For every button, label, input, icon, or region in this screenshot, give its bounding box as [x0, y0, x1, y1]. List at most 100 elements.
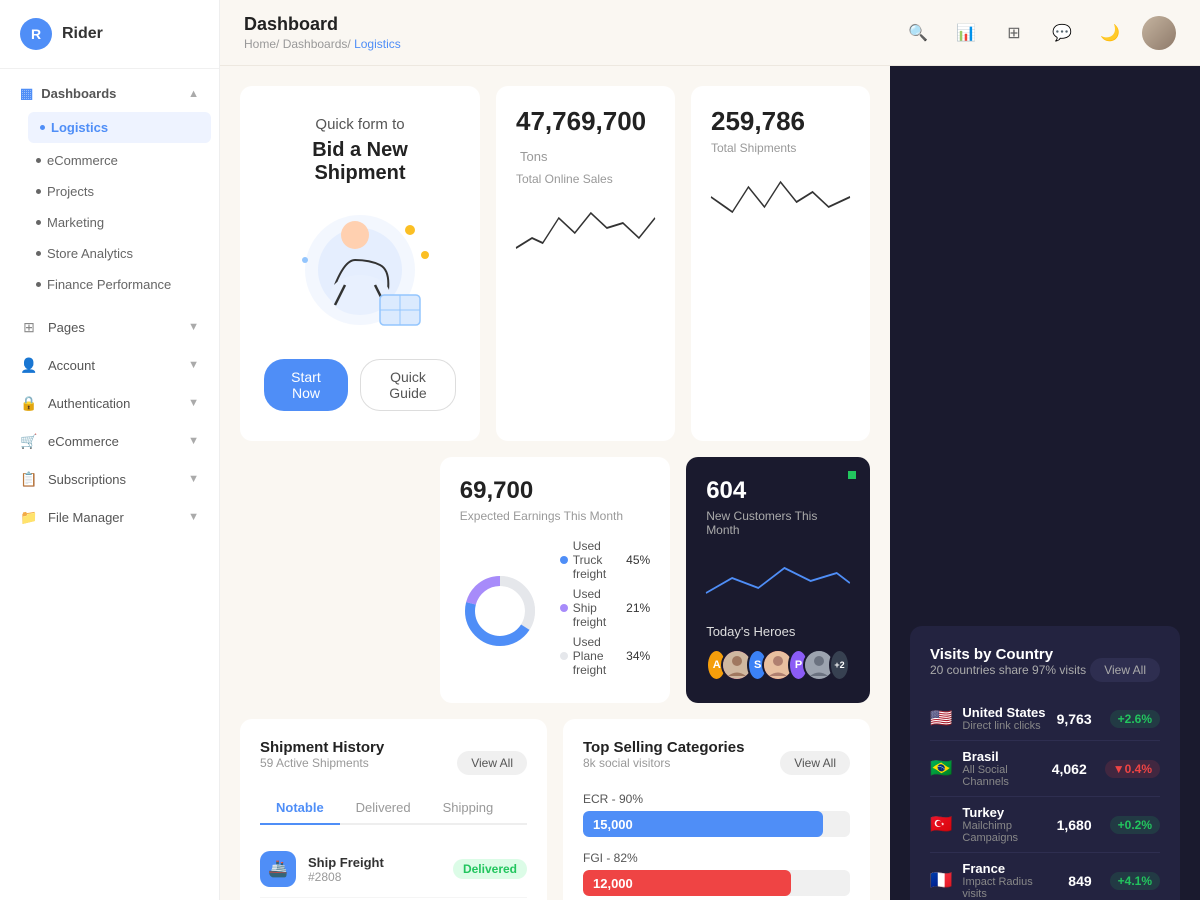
sidebar-item-store-analytics[interactable]: Store Analytics — [0, 238, 219, 269]
plane-dot — [560, 652, 568, 660]
promo-subtitle: Quick form to — [315, 116, 404, 133]
legend-plane: Used Plane freight 34% — [560, 635, 650, 677]
bar-track-0: 15,000 — [583, 811, 850, 837]
shipment-number-1: #2808 — [308, 870, 441, 884]
quick-guide-button[interactable]: Quick Guide — [360, 359, 456, 411]
visits-view-all-button[interactable]: View All — [1090, 658, 1160, 682]
earnings-card: 69,700 Expected Earnings This Month — [440, 457, 670, 703]
chevron-down-icon: ▼ — [188, 397, 199, 409]
bar-track-1: 12,000 — [583, 870, 850, 896]
truck-dot — [560, 556, 568, 564]
stat-label-1: Total Online Sales — [516, 172, 655, 186]
sidebar-item-subscriptions[interactable]: 📋 Subscriptions ▼ — [0, 460, 219, 498]
tab-shipping[interactable]: Shipping — [427, 792, 510, 825]
dashboards-section: ▦ Dashboards ▲ Logistics eCommerce Proje… — [0, 69, 219, 308]
shipment-info-1: Ship Freight #2808 — [308, 855, 441, 884]
logo-text: Rider — [62, 25, 103, 43]
country-info-0: United States Direct link clicks — [962, 705, 1046, 732]
logo-area[interactable]: R Rider — [0, 0, 219, 69]
bar-label-0: ECR - 90% — [583, 792, 850, 806]
visits-card: Visits by Country 20 countries share 97%… — [910, 626, 1180, 900]
pages-icon: ⊞ — [20, 318, 38, 336]
chat-icon[interactable]: 💬 — [1046, 17, 1078, 49]
dot-icon — [36, 251, 41, 256]
grid-icon[interactable]: ⊞ — [998, 17, 1030, 49]
sidebar-item-marketing[interactable]: Marketing — [0, 207, 219, 238]
selling-view-all-button[interactable]: View All — [780, 751, 850, 775]
account-icon: 👤 — [20, 356, 38, 374]
user-avatar[interactable] — [1142, 16, 1176, 50]
bottom-row: Shipment History 59 Active Shipments Vie… — [240, 719, 870, 900]
analytics-icon[interactable]: 📊 — [950, 17, 982, 49]
logo-icon: R — [20, 18, 52, 50]
flag-fr: 🇫🇷 — [930, 870, 952, 891]
auth-icon: 🔒 — [20, 394, 38, 412]
legend-items: Used Truck freight 45% Used Ship freight… — [560, 539, 650, 683]
dot-icon — [36, 220, 41, 225]
search-icon[interactable]: 🔍 — [902, 17, 934, 49]
file-manager-icon: 📁 — [20, 508, 38, 526]
sidebar-item-projects[interactable]: Projects — [0, 176, 219, 207]
sidebar: R Rider ▦ Dashboards ▲ Logistics eCommer… — [0, 0, 220, 900]
online-indicator — [848, 471, 856, 479]
donut-chart — [460, 571, 540, 651]
earnings-number: 69,700 — [460, 477, 650, 505]
sidebar-item-file-manager[interactable]: 📁 File Manager ▼ — [0, 498, 219, 536]
promo-title: Bid a New Shipment — [264, 139, 456, 185]
dark-spacer — [910, 86, 1180, 626]
shipment-tabs: Notable Delivered Shipping — [260, 792, 527, 825]
sidebar-item-authentication[interactable]: 🔒 Authentication ▼ — [0, 384, 219, 422]
right-panel: Visits by Country 20 countries share 97%… — [890, 66, 1200, 900]
ship-dot — [560, 604, 568, 612]
sidebar-item-pages[interactable]: ⊞ Pages ▼ — [0, 308, 219, 346]
tab-delivered[interactable]: Delivered — [340, 792, 427, 825]
customers-sparkline — [706, 553, 850, 603]
earnings-label: Expected Earnings This Month — [460, 509, 650, 523]
tab-notable[interactable]: Notable — [260, 792, 340, 825]
total-shipments-card: 259,786 Total Shipments — [691, 86, 870, 441]
content: Quick form to Bid a New Shipment — [220, 66, 1200, 900]
breadcrumb: Home/ Dashboards/ Logistics — [244, 37, 401, 51]
top-selling-card: Top Selling Categories 8k social visitor… — [563, 719, 870, 900]
theme-icon[interactable]: 🌙 — [1094, 17, 1126, 49]
dashboards-group[interactable]: ▦ Dashboards ▲ — [0, 77, 219, 110]
country-info-3: France Impact Radius visits — [962, 861, 1058, 900]
main-content: Quick form to Bid a New Shipment — [220, 66, 890, 900]
right-content: Visits by Country 20 countries share 97%… — [890, 66, 1200, 900]
dot-icon — [36, 158, 41, 163]
bar-label-1: FGI - 82% — [583, 851, 850, 865]
ecommerce-icon: 🛒 — [20, 432, 38, 450]
country-info-2: Turkey Mailchimp Campaigns — [962, 805, 1046, 844]
country-row-2: 🇹🇷 Turkey Mailchimp Campaigns 1,680 +0.2… — [930, 797, 1160, 853]
shipment-name-1: Ship Freight — [308, 855, 441, 870]
sidebar-item-ecommerce[interactable]: eCommerce — [0, 145, 219, 176]
sidebar-item-ecommerce-nav[interactable]: 🛒 eCommerce ▼ — [0, 422, 219, 460]
legend-truck: Used Truck freight 45% — [560, 539, 650, 581]
flag-tr: 🇹🇷 — [930, 814, 952, 835]
chevron-down-icon: ▼ — [188, 473, 199, 485]
avatar-count: +2 — [829, 649, 850, 681]
country-row-1: 🇧🇷 Brasil All Social Channels 4,062 ▼0.4… — [930, 741, 1160, 797]
sparkline-1 — [516, 198, 655, 258]
customers-card: 604 New Customers This Month Today's Her… — [686, 457, 870, 703]
sidebar-item-logistics[interactable]: Logistics — [28, 112, 211, 143]
promo-illustration — [280, 205, 440, 335]
start-now-button[interactable]: Start Now — [264, 359, 348, 411]
promo-card: Quick form to Bid a New Shipment — [240, 86, 480, 441]
dot-icon — [36, 189, 41, 194]
header: Dashboard Home/ Dashboards/ Logistics 🔍 … — [220, 0, 1200, 66]
bar-list: ECR - 90% 15,000 FGI - 82% — [583, 792, 850, 900]
heroes-label: Today's Heroes — [706, 624, 850, 639]
bar-fill-0: 15,000 — [583, 811, 823, 837]
customers-number: 604 — [706, 477, 850, 505]
selling-header: Top Selling Categories 8k social visitor… — [583, 739, 850, 786]
sidebar-item-account[interactable]: 👤 Account ▼ — [0, 346, 219, 384]
chevron-down-icon: ▼ — [188, 511, 199, 523]
country-info-1: Brasil All Social Channels — [962, 749, 1041, 788]
shipment-view-all-button[interactable]: View All — [457, 751, 527, 775]
country-row-3: 🇫🇷 France Impact Radius visits 849 +4.1% — [930, 853, 1160, 900]
header-left: Dashboard Home/ Dashboards/ Logistics — [244, 14, 401, 51]
flag-us: 🇺🇸 — [930, 708, 952, 729]
sidebar-item-finance-performance[interactable]: Finance Performance — [0, 269, 219, 300]
dashboard-icon: ▦ — [20, 85, 33, 102]
